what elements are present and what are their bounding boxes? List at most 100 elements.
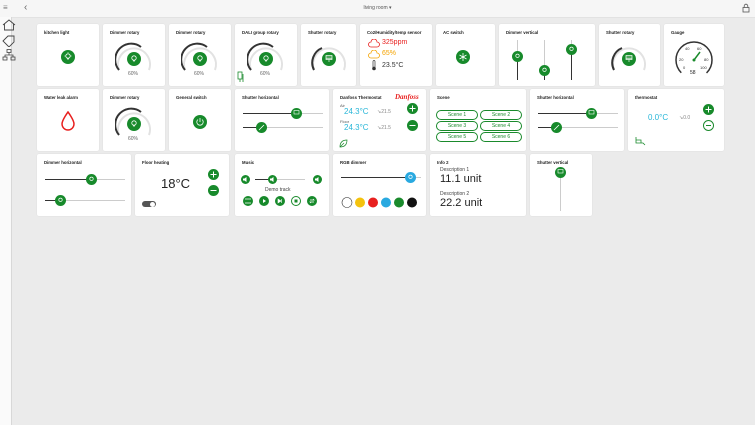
thermometer-icon bbox=[372, 60, 376, 71]
heating-toggle[interactable] bbox=[142, 201, 156, 207]
power-button[interactable] bbox=[193, 115, 207, 129]
shutter-rotary-card-2: Shutter rotary bbox=[599, 24, 660, 86]
bulb-button[interactable] bbox=[127, 52, 141, 66]
card-title: RGB dimmer bbox=[340, 160, 367, 165]
shuffle-button[interactable] bbox=[243, 196, 253, 206]
card-title: Shutter horizontal bbox=[537, 95, 574, 100]
card-title: Dimmer rotary bbox=[110, 30, 140, 35]
bulb-button[interactable] bbox=[61, 50, 75, 64]
slider-handle-2[interactable] bbox=[539, 65, 550, 76]
gauge-tick-100: 100 bbox=[700, 65, 707, 70]
shutter-handle[interactable] bbox=[555, 167, 566, 178]
bulb-icon bbox=[89, 176, 94, 181]
scene-6-button[interactable]: Scene 6 bbox=[480, 132, 522, 142]
room-selector[interactable]: living room ▾ bbox=[0, 5, 755, 11]
swatch-black[interactable] bbox=[407, 197, 417, 208]
card-title: Shutter horizontal bbox=[242, 95, 279, 100]
scene-3-button[interactable]: Scene 3 bbox=[436, 121, 478, 131]
next-icon bbox=[277, 198, 282, 204]
decrease-button[interactable] bbox=[703, 120, 714, 131]
card-title: Gauge bbox=[671, 30, 685, 35]
bulb-icon bbox=[542, 67, 547, 72]
swatch-blue[interactable] bbox=[381, 197, 391, 208]
slider-handle-3[interactable] bbox=[566, 44, 577, 55]
dimmer-value: 60% bbox=[194, 71, 205, 77]
scene-5-button[interactable]: Scene 5 bbox=[436, 132, 478, 142]
swatch-yellow[interactable] bbox=[355, 197, 365, 208]
scene-2-button[interactable]: Scene 2 bbox=[480, 110, 522, 120]
card-title: Dimmer rotary bbox=[176, 30, 206, 35]
repeat-icon bbox=[309, 198, 315, 204]
stop-button[interactable] bbox=[291, 196, 301, 206]
volume-up-button[interactable] bbox=[313, 175, 322, 184]
bulb-icon bbox=[263, 55, 269, 62]
lamp-group-icon bbox=[237, 71, 244, 82]
slider-fill-1 bbox=[538, 113, 593, 114]
info-card: Info 2 Description 1 11.1 unit Descripti… bbox=[430, 154, 526, 216]
shutter-handle[interactable] bbox=[291, 108, 302, 119]
bulb-button[interactable] bbox=[193, 52, 207, 66]
play-icon bbox=[263, 199, 266, 203]
dimmer-value: 60% bbox=[128, 136, 139, 142]
slider-handle-2[interactable] bbox=[55, 195, 66, 206]
repeat-button[interactable] bbox=[307, 196, 317, 206]
shutter-button[interactable] bbox=[622, 52, 636, 66]
bulb-button[interactable] bbox=[127, 117, 141, 131]
slider-handle-1[interactable] bbox=[86, 174, 97, 185]
swatch-green[interactable] bbox=[394, 197, 404, 208]
humidity-cloud-icon bbox=[368, 50, 380, 59]
card-title: Shutter vertical bbox=[537, 160, 569, 165]
increase-button[interactable] bbox=[208, 169, 219, 180]
tilt-handle[interactable] bbox=[256, 122, 267, 133]
plus-icon bbox=[210, 171, 217, 178]
tag-icon[interactable] bbox=[2, 35, 16, 47]
shutter-horizontal-card-1: Shutter horizontal bbox=[235, 89, 329, 151]
scene-4-button[interactable]: Scene 4 bbox=[480, 121, 522, 131]
water-leak-card: Water leak alarm bbox=[37, 89, 99, 151]
plus-icon bbox=[409, 105, 416, 112]
minus-icon bbox=[210, 190, 217, 191]
tilt-icon bbox=[258, 124, 265, 131]
home-icon[interactable] bbox=[2, 19, 16, 31]
swatch-red[interactable] bbox=[368, 197, 378, 208]
network-icon[interactable] bbox=[2, 49, 16, 61]
scene-1-button[interactable]: Scene 1 bbox=[436, 110, 478, 120]
shutter-icon bbox=[325, 55, 333, 62]
card-title: thermostat bbox=[635, 95, 658, 100]
card-title: Floor heating bbox=[142, 160, 170, 165]
thermostat-temp: 0.0°C bbox=[648, 113, 669, 122]
slider-fill-1 bbox=[243, 113, 298, 114]
swatch-white[interactable] bbox=[341, 197, 353, 208]
color-swatches[interactable] bbox=[341, 196, 421, 209]
danfoss-logo: Danfoss bbox=[395, 93, 419, 101]
volume-handle[interactable] bbox=[268, 175, 277, 184]
gauge-tick-0: 0 bbox=[683, 65, 686, 70]
floor-heating-card: Floor heating 18°C bbox=[135, 154, 229, 216]
tilt-handle[interactable] bbox=[551, 122, 562, 133]
lock-icon[interactable] bbox=[741, 3, 751, 13]
play-button[interactable] bbox=[259, 196, 269, 206]
ac-button[interactable] bbox=[456, 50, 470, 64]
speaker-icon bbox=[315, 177, 319, 182]
slider-handle-1[interactable] bbox=[512, 51, 523, 62]
bulb-button[interactable] bbox=[259, 52, 273, 66]
floor-heating-temp: 18°C bbox=[161, 176, 191, 191]
decrease-button[interactable] bbox=[407, 120, 418, 131]
power-icon bbox=[196, 118, 204, 126]
general-switch-card: General switch bbox=[169, 89, 231, 151]
volume-down-button[interactable] bbox=[241, 175, 250, 184]
decrease-button[interactable] bbox=[208, 185, 219, 196]
increase-button[interactable] bbox=[703, 104, 714, 115]
top-bar: ≡ ‹ living room ▾ bbox=[0, 0, 755, 18]
rgb-slider-handle[interactable] bbox=[405, 172, 416, 183]
card-title: AC switch bbox=[443, 30, 464, 35]
toggle-knob bbox=[150, 201, 155, 207]
increase-button[interactable] bbox=[407, 103, 418, 114]
shutter-handle[interactable] bbox=[586, 108, 597, 119]
card-title: Scene bbox=[437, 95, 450, 100]
next-button[interactable] bbox=[275, 196, 285, 206]
shutter-button[interactable] bbox=[322, 52, 336, 66]
dimmer-value: 60% bbox=[128, 71, 139, 77]
co2-value: 325ppm bbox=[382, 39, 408, 46]
danfoss-thermostat-card: Danfoss Thermostat Danfoss Air 24.3°C ↘2… bbox=[333, 89, 426, 151]
